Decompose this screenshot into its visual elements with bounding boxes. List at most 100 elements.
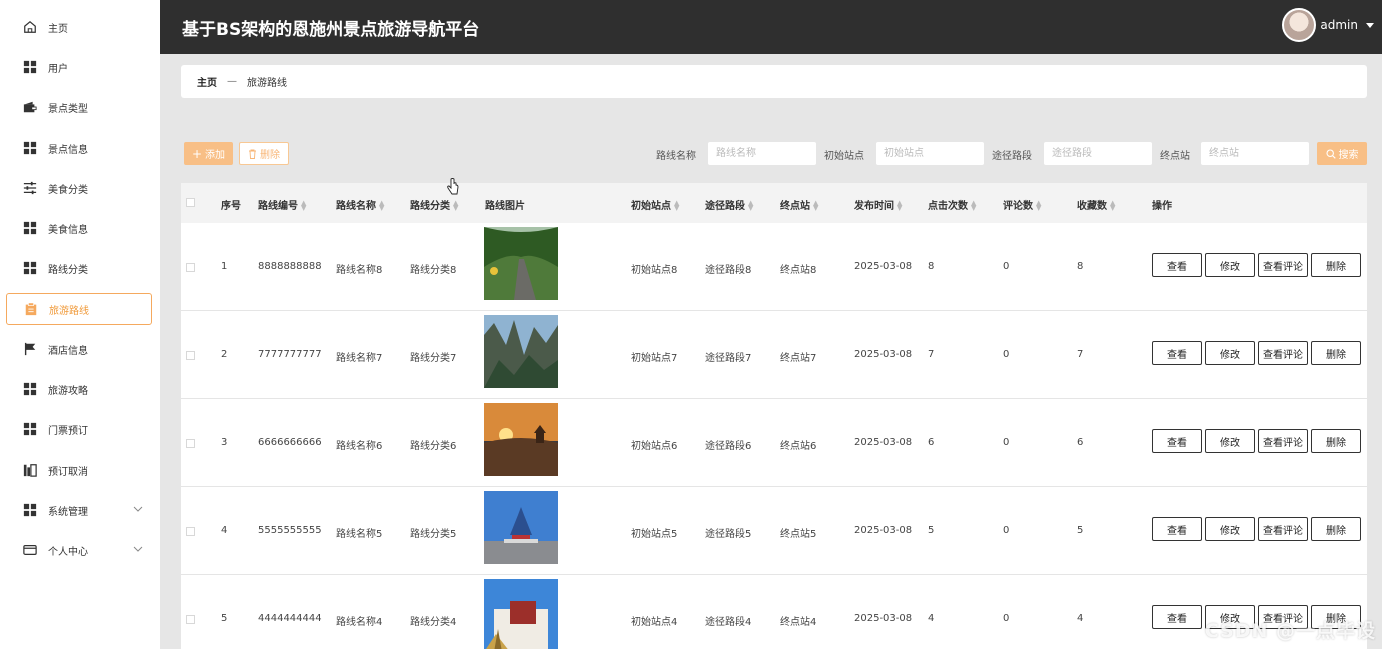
sidebar-item-label: 系统管理 bbox=[48, 506, 88, 518]
row-checkbox[interactable] bbox=[186, 615, 195, 624]
header-favorites[interactable]: 收藏数 ▲ ▼ bbox=[1077, 197, 1115, 213]
chevron-down-icon bbox=[133, 546, 143, 552]
route-table: 序号 路线编号 ▲ ▼ 路线名称 ▲ ▼ 路线分类 ▲ ▼ 路线图片 初始站点 ▲ ▼ 途径路段… bbox=[181, 183, 1367, 649]
add-button-label: 添加 bbox=[205, 150, 226, 161]
header-via[interactable]: 途径路段 ▲ ▼ bbox=[705, 197, 753, 213]
sort-icon[interactable]: ▲ ▼ bbox=[301, 200, 306, 212]
route-image[interactable] bbox=[484, 315, 558, 388]
delete-button[interactable]: 删除 bbox=[239, 142, 289, 165]
search-icon bbox=[1325, 148, 1336, 159]
cell-code: 6666666666 bbox=[258, 437, 322, 448]
delete-row-button[interactable]: 删除 bbox=[1311, 429, 1361, 453]
edit-button[interactable]: 修改 bbox=[1205, 341, 1255, 365]
row-checkbox[interactable] bbox=[186, 263, 195, 272]
view-button[interactable]: 查看 bbox=[1152, 253, 1202, 277]
view-button[interactable]: 查看 bbox=[1152, 605, 1202, 629]
cell-index: 3 bbox=[221, 437, 228, 448]
cell-clicks: 6 bbox=[928, 437, 935, 448]
view-button[interactable]: 查看 bbox=[1152, 429, 1202, 453]
cell-category: 路线分类4 bbox=[410, 617, 457, 628]
edit-button[interactable]: 修改 bbox=[1205, 253, 1255, 277]
header-start[interactable]: 初始站点 ▲ ▼ bbox=[631, 197, 679, 213]
header-clicks[interactable]: 点击次数 ▲ ▼ bbox=[928, 197, 976, 213]
sort-icon[interactable]: ▲ ▼ bbox=[1036, 200, 1041, 212]
sidebar-item-label: 预订取消 bbox=[48, 466, 88, 478]
grid-icon bbox=[22, 421, 38, 437]
edit-button[interactable]: 修改 bbox=[1205, 429, 1255, 453]
cell-end: 终点站5 bbox=[780, 529, 817, 540]
header-code[interactable]: 路线编号 ▲ ▼ bbox=[258, 197, 306, 213]
grid-icon bbox=[22, 140, 38, 156]
sidebar-item-label: 美食信息 bbox=[48, 224, 88, 236]
sidebar-item-hotel-info[interactable]: 酒店信息 bbox=[6, 333, 152, 365]
flag-icon bbox=[22, 341, 38, 357]
header-comments[interactable]: 评论数 ▲ ▼ bbox=[1003, 197, 1041, 213]
sidebar-item-personal-center[interactable]: 个人中心 bbox=[6, 534, 152, 566]
sidebar-item-system-management[interactable]: 系统管理 bbox=[6, 494, 152, 526]
cell-comments: 0 bbox=[1003, 613, 1010, 624]
delete-row-button[interactable]: 删除 bbox=[1311, 341, 1361, 365]
delete-row-button[interactable]: 删除 bbox=[1311, 253, 1361, 277]
route-image[interactable] bbox=[484, 491, 558, 564]
sidebar-item-users[interactable]: 用户 bbox=[6, 51, 152, 83]
row-checkbox[interactable] bbox=[186, 351, 195, 360]
sidebar-item-travel-route[interactable]: 旅游路线 bbox=[6, 293, 152, 325]
sort-icon[interactable]: ▲ ▼ bbox=[379, 200, 384, 212]
select-all-checkbox[interactable] bbox=[186, 198, 195, 207]
header-category[interactable]: 路线分类 ▲ ▼ bbox=[410, 197, 458, 213]
avatar[interactable] bbox=[1282, 8, 1316, 42]
sort-icon[interactable]: ▲ ▼ bbox=[748, 200, 753, 212]
filter-label-via-section: 途径路段 bbox=[992, 151, 1032, 162]
cell-favorites: 7 bbox=[1077, 349, 1084, 360]
route-image[interactable] bbox=[484, 403, 558, 476]
sidebar-item-travel-guide[interactable]: 旅游攻略 bbox=[6, 373, 152, 405]
sidebar-item-ticket-booking[interactable]: 门票预订 bbox=[6, 413, 152, 445]
sort-icon[interactable]: ▲ ▼ bbox=[813, 200, 818, 212]
sort-icon[interactable]: ▲ ▼ bbox=[674, 200, 679, 212]
terminal-input[interactable] bbox=[1201, 142, 1309, 165]
user-name[interactable]: admin bbox=[1320, 18, 1358, 32]
cell-via: 途径路段6 bbox=[705, 441, 752, 452]
sidebar-item-scenic-type[interactable]: 景点类型 bbox=[6, 91, 152, 123]
sort-icon[interactable]: ▲ ▼ bbox=[1110, 200, 1115, 212]
view-comments-button[interactable]: 查看评论 bbox=[1258, 429, 1308, 453]
view-comments-button[interactable]: 查看评论 bbox=[1258, 517, 1308, 541]
sidebar-item-home[interactable]: 主页 bbox=[6, 11, 152, 43]
sidebar: 主页 用户 景点类型 景点信息 美食分类 美食信息 路线分类 旅游路线 酒店信息… bbox=[0, 0, 160, 649]
sort-icon[interactable]: ▲ ▼ bbox=[897, 200, 902, 212]
sidebar-item-food-info[interactable]: 美食信息 bbox=[6, 212, 152, 244]
caret-down-icon[interactable] bbox=[1364, 19, 1376, 31]
cell-favorites: 4 bbox=[1077, 613, 1084, 624]
sidebar-item-label: 美食分类 bbox=[48, 184, 88, 196]
via-section-input[interactable] bbox=[1044, 142, 1152, 165]
header-name[interactable]: 路线名称 ▲ ▼ bbox=[336, 197, 384, 213]
view-button[interactable]: 查看 bbox=[1152, 341, 1202, 365]
header-end[interactable]: 终点站 ▲ ▼ bbox=[780, 197, 818, 213]
row-checkbox[interactable] bbox=[186, 439, 195, 448]
view-comments-button[interactable]: 查看评论 bbox=[1258, 341, 1308, 365]
view-comments-button[interactable]: 查看评论 bbox=[1258, 253, 1308, 277]
search-button[interactable]: 搜索 bbox=[1317, 142, 1367, 165]
route-image[interactable] bbox=[484, 579, 558, 649]
row-checkbox[interactable] bbox=[186, 527, 195, 536]
breadcrumb-home[interactable]: 主页 bbox=[197, 74, 217, 89]
delete-row-button[interactable]: 删除 bbox=[1311, 517, 1361, 541]
sidebar-item-food-category[interactable]: 美食分类 bbox=[6, 172, 152, 204]
add-button[interactable]: + 添加 bbox=[184, 142, 233, 165]
sidebar-item-booking-cancel[interactable]: 预订取消 bbox=[6, 454, 152, 486]
cell-code: 4444444444 bbox=[258, 613, 322, 624]
view-button[interactable]: 查看 bbox=[1152, 517, 1202, 541]
table-row: 1 8888888888 路线名称8 路线分类8 初始站点8 途径路段8 终点站… bbox=[181, 223, 1367, 311]
sort-icon[interactable]: ▲ ▼ bbox=[971, 200, 976, 212]
edit-button[interactable]: 修改 bbox=[1205, 517, 1255, 541]
sort-icon[interactable]: ▲ ▼ bbox=[453, 200, 458, 212]
grid-icon bbox=[22, 220, 38, 236]
route-image[interactable] bbox=[484, 227, 558, 300]
sidebar-item-route-category[interactable]: 路线分类 bbox=[6, 252, 152, 284]
header-date[interactable]: 发布时间 ▲ ▼ bbox=[854, 197, 902, 213]
filter-label-route-name: 路线名称 bbox=[656, 151, 696, 162]
header-category-label: 路线分类 bbox=[410, 201, 450, 212]
route-name-input[interactable] bbox=[708, 142, 816, 165]
start-station-input[interactable] bbox=[876, 142, 984, 165]
sidebar-item-scenic-info[interactable]: 景点信息 bbox=[6, 132, 152, 164]
